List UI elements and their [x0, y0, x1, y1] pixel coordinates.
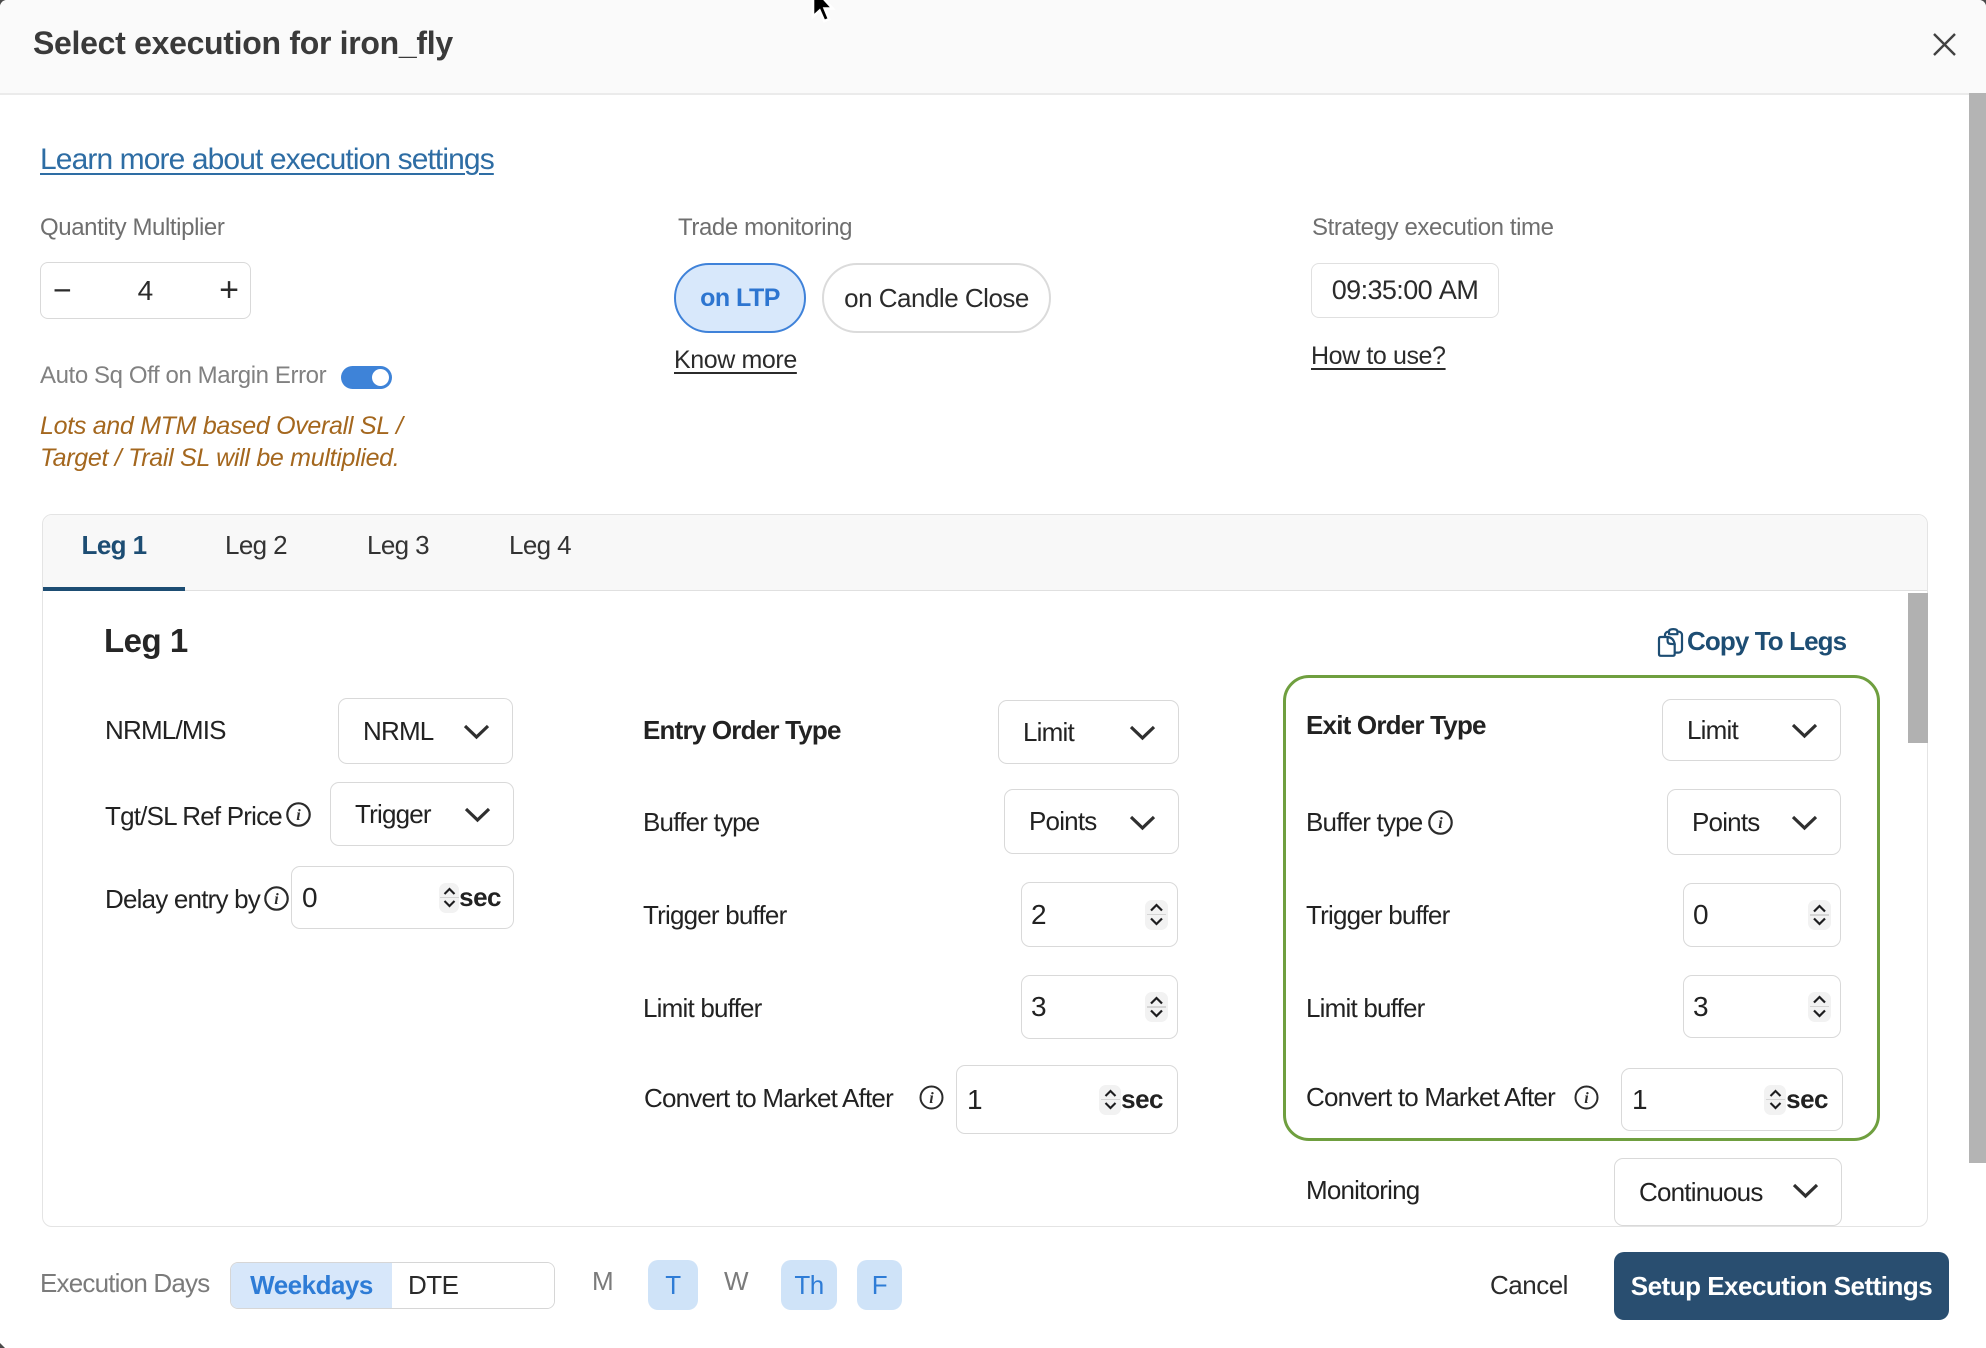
- svg-text:i: i: [1584, 1090, 1589, 1107]
- svg-text:i: i: [274, 891, 279, 908]
- svg-text:i: i: [1438, 815, 1443, 832]
- svg-text:i: i: [929, 1090, 934, 1107]
- svg-text:i: i: [296, 807, 301, 824]
